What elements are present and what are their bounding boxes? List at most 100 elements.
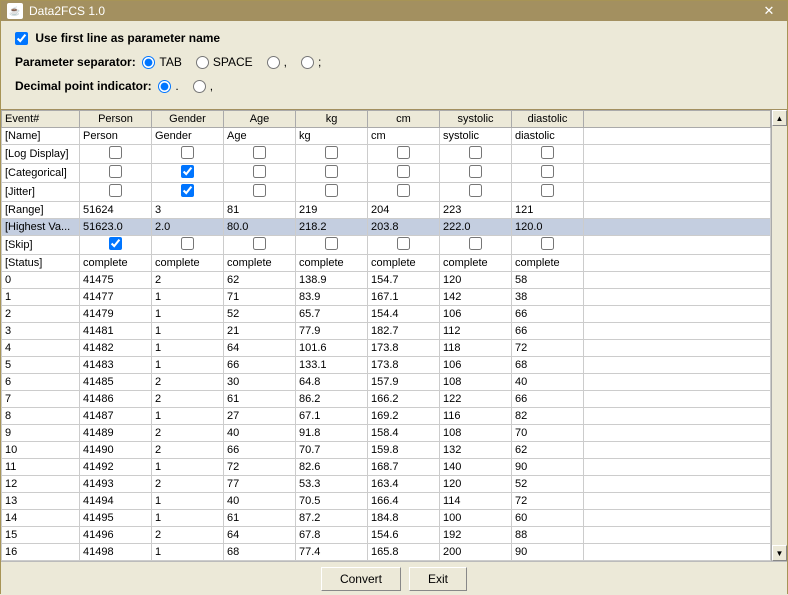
data-cell[interactable]: 133.1 <box>296 357 368 374</box>
meta-cell[interactable] <box>512 145 584 164</box>
meta-checkbox[interactable] <box>253 165 266 178</box>
meta-cell[interactable] <box>224 236 296 255</box>
meta-checkbox[interactable] <box>541 237 554 250</box>
use-first-line-checkbox[interactable]: Use first line as parameter name <box>15 31 220 45</box>
data-cell[interactable]: 67.1 <box>296 408 368 425</box>
data-cell[interactable]: 40 <box>512 374 584 391</box>
meta-cell[interactable] <box>368 164 440 183</box>
data-cell[interactable]: 2 <box>152 476 224 493</box>
data-cell[interactable]: 52 <box>512 476 584 493</box>
data-cell[interactable]: 1 <box>152 289 224 306</box>
table-scroll[interactable]: Event#PersonGenderAgekgcmsystolicdiastol… <box>1 110 771 561</box>
data-cell[interactable]: 114 <box>440 493 512 510</box>
data-cell[interactable]: 5 <box>2 357 80 374</box>
meta-cell[interactable] <box>80 183 152 202</box>
meta-checkbox[interactable] <box>397 184 410 197</box>
data-cell[interactable]: 64.8 <box>296 374 368 391</box>
data-cell[interactable]: 71 <box>224 289 296 306</box>
data-cell[interactable]: 132 <box>440 442 512 459</box>
meta-cell[interactable] <box>440 164 512 183</box>
data-cell[interactable]: 58 <box>512 272 584 289</box>
data-cell[interactable]: 100 <box>440 510 512 527</box>
data-cell[interactable]: 2 <box>152 442 224 459</box>
meta-checkbox[interactable] <box>541 165 554 178</box>
data-cell[interactable]: 106 <box>440 306 512 323</box>
meta-cell[interactable]: systolic <box>440 128 512 145</box>
meta-cell[interactable]: Person <box>80 128 152 145</box>
meta-cell[interactable]: complete <box>368 255 440 272</box>
meta-checkbox[interactable] <box>397 237 410 250</box>
data-cell[interactable]: 38 <box>512 289 584 306</box>
meta-cell[interactable]: 121 <box>512 202 584 219</box>
meta-checkbox[interactable] <box>325 237 338 250</box>
data-cell[interactable]: 90 <box>512 544 584 561</box>
vertical-scrollbar[interactable]: ▲ ▼ <box>771 110 787 561</box>
data-cell[interactable]: 6 <box>2 374 80 391</box>
data-cell[interactable]: 53.3 <box>296 476 368 493</box>
meta-cell[interactable]: 222.0 <box>440 219 512 236</box>
data-cell[interactable]: 41489 <box>80 425 152 442</box>
meta-checkbox[interactable] <box>109 165 122 178</box>
meta-checkbox[interactable] <box>181 165 194 178</box>
meta-cell[interactable] <box>80 164 152 183</box>
meta-checkbox[interactable] <box>325 165 338 178</box>
meta-checkbox[interactable] <box>181 237 194 250</box>
column-header[interactable]: Gender <box>152 111 224 128</box>
meta-cell[interactable] <box>152 183 224 202</box>
data-cell[interactable]: 27 <box>224 408 296 425</box>
data-cell[interactable]: 72 <box>512 493 584 510</box>
data-cell[interactable]: 40 <box>224 425 296 442</box>
meta-checkbox[interactable] <box>469 146 482 159</box>
data-cell[interactable]: 66 <box>224 357 296 374</box>
column-header[interactable]: diastolic <box>512 111 584 128</box>
meta-cell[interactable]: 204 <box>368 202 440 219</box>
data-cell[interactable]: 120 <box>440 272 512 289</box>
data-cell[interactable]: 66 <box>512 391 584 408</box>
meta-checkbox[interactable] <box>325 146 338 159</box>
scroll-track[interactable] <box>772 126 787 545</box>
data-cell[interactable]: 41487 <box>80 408 152 425</box>
data-cell[interactable]: 166.4 <box>368 493 440 510</box>
meta-cell[interactable] <box>368 145 440 164</box>
data-cell[interactable]: 7 <box>2 391 80 408</box>
data-cell[interactable]: 41486 <box>80 391 152 408</box>
meta-checkbox[interactable] <box>253 184 266 197</box>
meta-cell[interactable]: cm <box>368 128 440 145</box>
data-cell[interactable]: 158.4 <box>368 425 440 442</box>
meta-cell[interactable] <box>296 236 368 255</box>
data-cell[interactable]: 200 <box>440 544 512 561</box>
convert-button[interactable]: Convert <box>321 567 401 591</box>
data-cell[interactable]: 70.7 <box>296 442 368 459</box>
scroll-down-button[interactable]: ▼ <box>772 545 787 561</box>
data-cell[interactable]: 101.6 <box>296 340 368 357</box>
data-cell[interactable]: 120 <box>440 476 512 493</box>
data-cell[interactable]: 83.9 <box>296 289 368 306</box>
data-cell[interactable]: 40 <box>224 493 296 510</box>
data-cell[interactable]: 106 <box>440 357 512 374</box>
meta-cell[interactable] <box>512 164 584 183</box>
data-cell[interactable]: 21 <box>224 323 296 340</box>
meta-cell[interactable] <box>512 183 584 202</box>
data-cell[interactable]: 122 <box>440 391 512 408</box>
data-cell[interactable]: 41492 <box>80 459 152 476</box>
meta-checkbox[interactable] <box>541 146 554 159</box>
data-cell[interactable]: 41485 <box>80 374 152 391</box>
meta-cell[interactable] <box>224 183 296 202</box>
close-button[interactable]: ✕ <box>757 1 781 21</box>
data-cell[interactable]: 154.4 <box>368 306 440 323</box>
data-cell[interactable]: 66 <box>224 442 296 459</box>
data-cell[interactable]: 68 <box>512 357 584 374</box>
data-cell[interactable]: 41494 <box>80 493 152 510</box>
data-cell[interactable]: 173.8 <box>368 357 440 374</box>
meta-cell[interactable]: 80.0 <box>224 219 296 236</box>
meta-cell[interactable]: complete <box>224 255 296 272</box>
data-cell[interactable]: 140 <box>440 459 512 476</box>
meta-checkbox[interactable] <box>181 184 194 197</box>
meta-checkbox[interactable] <box>109 237 122 250</box>
dec-dot-radio[interactable]: . <box>158 79 178 93</box>
column-header[interactable]: cm <box>368 111 440 128</box>
data-cell[interactable]: 0 <box>2 272 80 289</box>
column-header[interactable]: kg <box>296 111 368 128</box>
meta-cell[interactable]: kg <box>296 128 368 145</box>
data-cell[interactable]: 2 <box>2 306 80 323</box>
